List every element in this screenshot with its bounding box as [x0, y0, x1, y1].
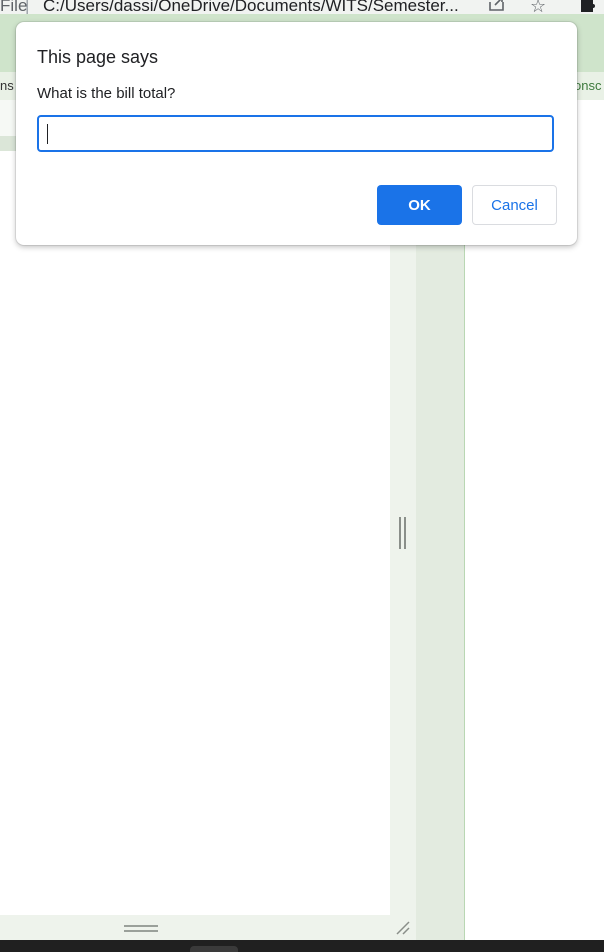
extensions-puzzle-icon[interactable]: [578, 0, 598, 14]
prompt-input[interactable]: [37, 115, 554, 152]
cancel-button[interactable]: Cancel: [472, 185, 557, 225]
address-bar[interactable]: File | C:/Users/dassi/OneDrive/Documents…: [0, 0, 604, 14]
ok-button[interactable]: OK: [377, 185, 462, 225]
share-icon[interactable]: [487, 0, 507, 14]
resize-grip-icon[interactable]: [395, 920, 411, 936]
horizontal-splitter-handle[interactable]: [124, 925, 158, 933]
address-separator: |: [25, 0, 30, 14]
scheme-label: File: [0, 0, 28, 14]
tab-elements-partial[interactable]: ns: [0, 78, 14, 93]
prompt-dialog: This page says What is the bill total? O…: [16, 22, 577, 245]
vertical-splitter-handle[interactable]: [399, 517, 407, 549]
bookmark-star-icon[interactable]: ☆: [530, 0, 546, 14]
dialog-message: What is the bill total?: [37, 85, 176, 102]
tab-console-partial[interactable]: onsc: [574, 78, 601, 93]
page-viewport: [0, 151, 390, 915]
taskbar-app-indicator[interactable]: [190, 946, 238, 952]
text-caret: [47, 124, 48, 144]
os-taskbar: [0, 940, 604, 952]
url-text[interactable]: C:/Users/dassi/OneDrive/Documents/WITS/S…: [43, 0, 468, 14]
dialog-title: This page says: [37, 47, 159, 67]
bottom-panel-strip: [0, 915, 416, 940]
browser-window: File | C:/Users/dassi/OneDrive/Documents…: [0, 0, 604, 952]
